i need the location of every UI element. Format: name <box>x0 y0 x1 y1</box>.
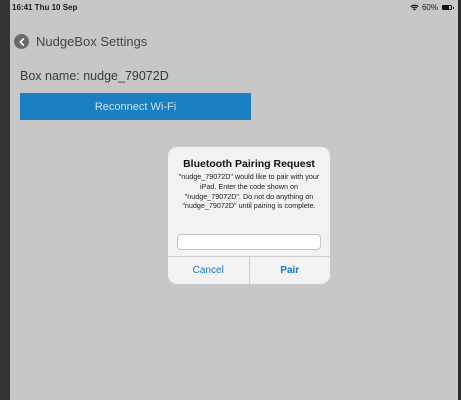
bluetooth-pairing-alert: Bluetooth Pairing Request "nudge_79072D"… <box>168 147 330 284</box>
battery-percent: 60% <box>421 2 438 12</box>
cancel-button[interactable]: Cancel <box>168 257 249 284</box>
reconnect-wifi-button[interactable]: Reconnect Wi-Fi <box>20 93 251 120</box>
status-time-date: 16:41 Thu 10 Sep <box>12 2 78 12</box>
wifi-icon <box>410 4 419 11</box>
page-title: NudgeBox Settings <box>36 34 148 49</box>
pairing-code-input[interactable] <box>177 234 321 250</box>
chevron-left-icon[interactable] <box>14 34 29 49</box>
app-window: 16:41 Thu 10 Sep 60% NudgeBox Settings B… <box>0 0 461 400</box>
nav-bar: NudgeBox Settings <box>14 34 147 49</box>
status-bar: 16:41 Thu 10 Sep 60% <box>10 0 458 14</box>
alert-button-row: Cancel Pair <box>168 256 330 284</box>
pair-button[interactable]: Pair <box>248 257 331 284</box>
status-indicators: 60% <box>410 2 454 12</box>
alert-message: "nudge_79072D" would like to pair with y… <box>178 172 320 211</box>
back-chevron-glyph <box>19 37 24 46</box>
box-name-label: Box name: nudge_79072D <box>20 69 169 83</box>
battery-icon <box>442 4 454 10</box>
alert-title: Bluetooth Pairing Request <box>183 158 315 170</box>
